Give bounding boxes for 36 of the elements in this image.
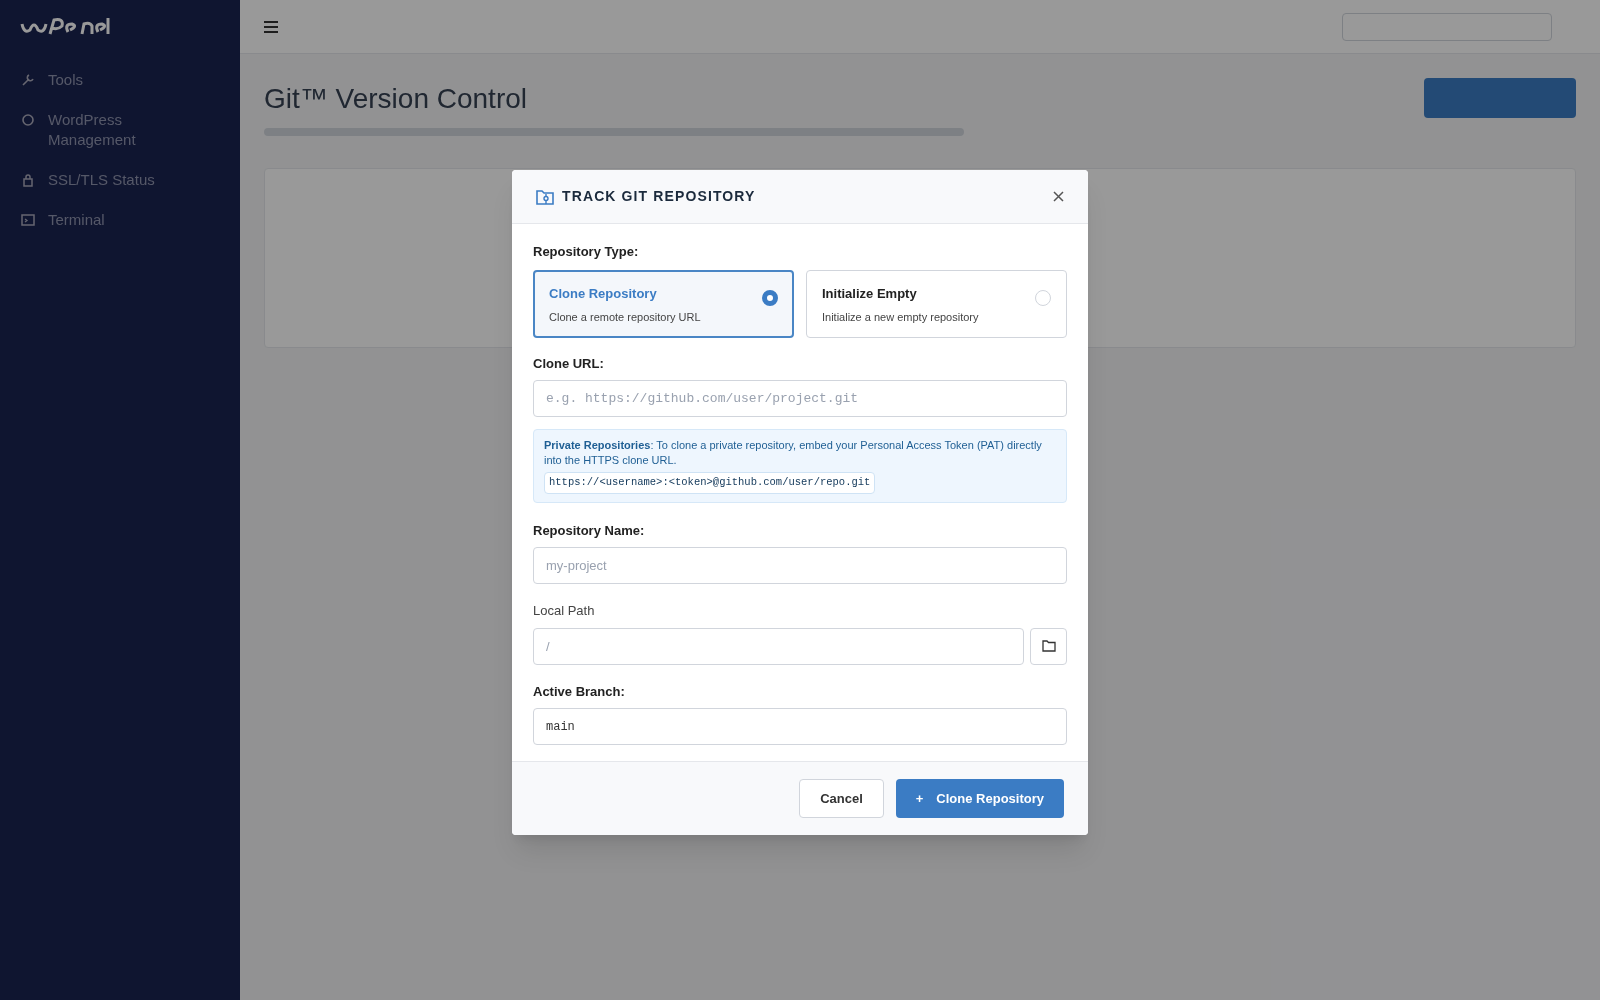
field-label: Repository Name: bbox=[533, 521, 646, 540]
clone-url-field[interactable]: e.g. https://github.com/user/project.git bbox=[533, 380, 1067, 417]
option-title: Initialize Empty bbox=[822, 284, 918, 303]
clone-repository-button[interactable]: + Clone Repository bbox=[895, 779, 1064, 819]
sidebar-item[interactable]: WordPress Management bbox=[48, 110, 158, 150]
sidebar-item[interactable]: SSL/TLS Status bbox=[48, 170, 158, 190]
menu-icon[interactable] bbox=[264, 20, 278, 33]
option-title: Clone Repository bbox=[549, 284, 658, 303]
dialog-title: TRACK GIT REPOSITORY bbox=[562, 187, 756, 206]
info-text: Private Repositories: To clone a private repository, embed your Personal Access Token (PAT) directly into the HTTPS clone URL. bbox=[544, 438, 1043, 468]
sidebar-item[interactable]: Terminal bbox=[48, 210, 158, 230]
close-icon[interactable] bbox=[1053, 191, 1064, 202]
repository-type-option[interactable]: Clone Repository Clone a remote repository URL bbox=[533, 269, 794, 338]
repository-name-field[interactable]: my-project bbox=[533, 547, 1067, 585]
field-label: Active Branch: bbox=[533, 682, 626, 701]
option-description: Initialize a new empty repository bbox=[822, 310, 980, 325]
wrench-icon bbox=[20, 72, 36, 88]
field-label: Local Path bbox=[533, 602, 596, 621]
lock-icon bbox=[20, 172, 36, 188]
local-path-field[interactable]: / bbox=[533, 627, 1024, 665]
cancel-button[interactable]: Cancel bbox=[799, 779, 884, 819]
option-description: Clone a remote repository URL bbox=[549, 310, 702, 325]
repository-type-option[interactable]: Initialize Empty Initialize a new empty repository bbox=[806, 269, 1067, 338]
active-branch-field[interactable]: main bbox=[533, 708, 1067, 746]
radio-button[interactable] bbox=[762, 289, 778, 306]
search-field[interactable] bbox=[1342, 12, 1552, 41]
sidebar-item[interactable]: Tools bbox=[48, 70, 158, 90]
page-title: Git™ Version Control bbox=[264, 82, 528, 116]
field-label: Repository Type: bbox=[533, 243, 640, 261]
circle-icon bbox=[20, 112, 36, 128]
terminal-icon bbox=[20, 212, 36, 228]
folder-icon bbox=[1041, 640, 1056, 653]
url-format-code: https://<username>:<token>@github.com/user/repo.git bbox=[544, 472, 876, 494]
browse-folder-button[interactable] bbox=[1030, 627, 1067, 665]
field-label: Clone URL: bbox=[533, 354, 605, 373]
folder-git-icon bbox=[536, 188, 554, 205]
